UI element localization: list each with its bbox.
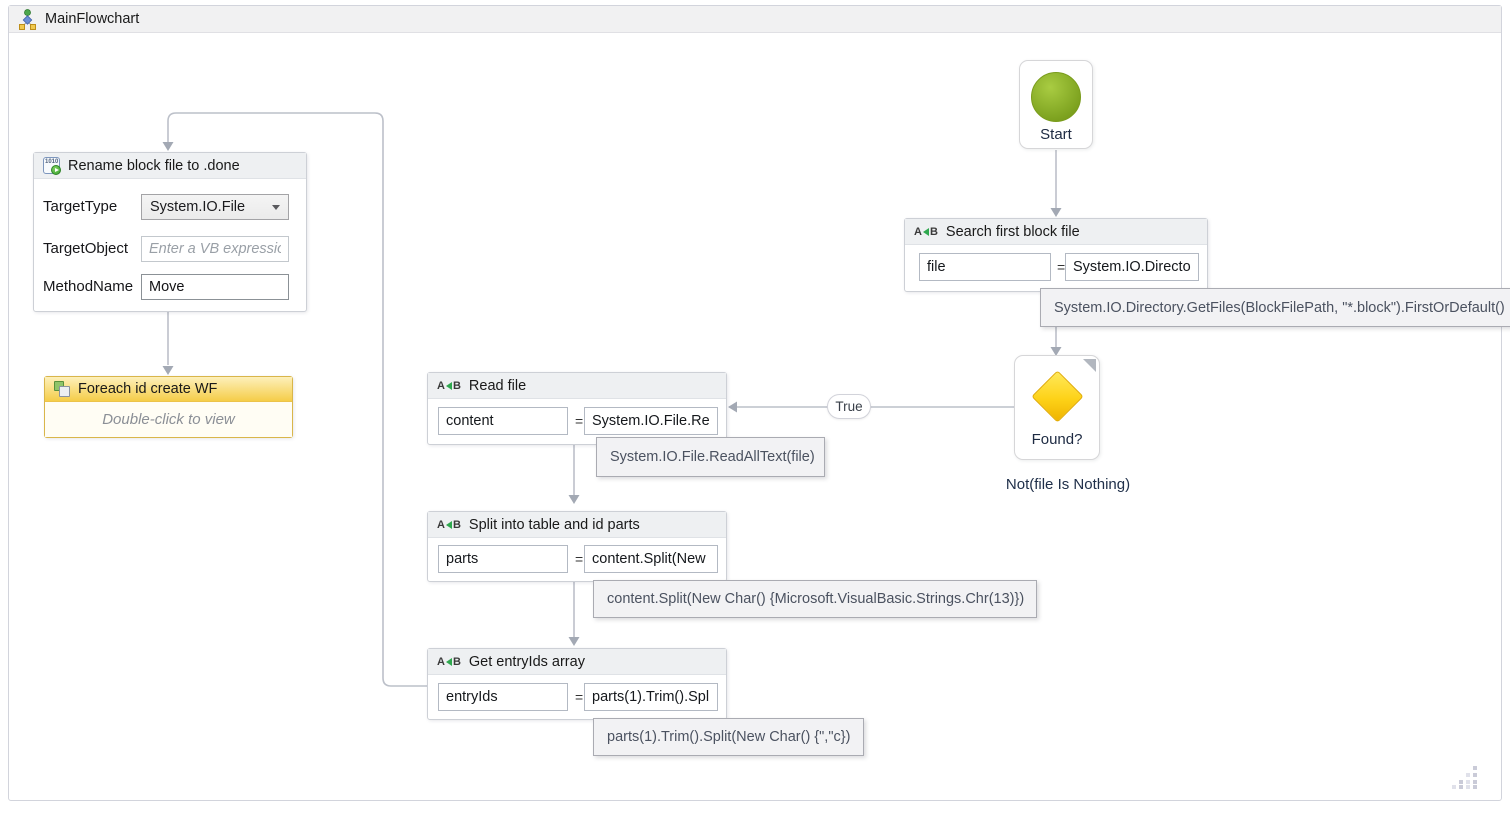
assign-value-field[interactable] (584, 683, 718, 711)
target-object-input[interactable] (141, 236, 289, 262)
assign-value-field[interactable] (584, 545, 718, 573)
expression-tooltip-entryids: parts(1).Trim().Split(New Char() {","c}) (593, 718, 864, 756)
decision-condition-text: Not(file Is Nothing) (990, 476, 1146, 493)
assign-to-field[interactable] (919, 253, 1051, 281)
true-branch-label: True (827, 394, 871, 419)
decision-diamond-icon (1031, 370, 1083, 422)
assign-to-field[interactable] (438, 545, 568, 573)
collapse-corner-icon[interactable] (1083, 359, 1096, 372)
assign-node-title: Read file (469, 378, 526, 394)
assign-node-title: Search first block file (946, 224, 1080, 240)
assign-node-title: Split into table and id parts (469, 517, 640, 533)
assign-node-get-entryids[interactable]: AB Get entryIds array = (427, 648, 727, 720)
flowchart-title: MainFlowchart (45, 11, 139, 27)
flowchart-icon (18, 9, 37, 30)
assign-to-field[interactable] (438, 407, 568, 435)
method-name-input[interactable] (141, 274, 289, 300)
expression-tooltip-split: content.Split(New Char() {Microsoft.Visu… (593, 580, 1037, 618)
assign-node-read-file[interactable]: AB Read file = (427, 372, 727, 445)
invoke-method-icon: 1010 (43, 157, 60, 174)
assign-node-header[interactable]: AB Read file (428, 373, 726, 399)
target-object-label: TargetObject (43, 240, 128, 257)
equals-sign: = (575, 413, 583, 429)
flowchart-title-bar[interactable]: MainFlowchart (9, 6, 1501, 33)
assign-node-header[interactable]: AB Search first block file (905, 219, 1207, 245)
expression-tooltip-search: System.IO.Directory.GetFiles(BlockFilePa… (1040, 288, 1510, 327)
invoke-method-header[interactable]: 1010 Rename block file to .done (34, 153, 306, 179)
equals-sign: = (575, 689, 583, 705)
decision-node-found[interactable]: Found? (1014, 355, 1100, 460)
foreach-header[interactable]: Foreach id create WF (45, 377, 292, 402)
decision-label: Found? (1015, 431, 1099, 448)
target-type-value: System.IO.File (150, 199, 245, 215)
resize-grip[interactable] (1452, 766, 1480, 790)
target-type-label: TargetType (43, 198, 117, 215)
start-node[interactable]: Start (1019, 60, 1093, 149)
start-icon (1031, 72, 1081, 122)
assign-value-field[interactable] (584, 407, 718, 435)
invoke-method-node-rename[interactable]: 1010 Rename block file to .done TargetTy… (33, 152, 307, 312)
assign-node-header[interactable]: AB Get entryIds array (428, 649, 726, 675)
method-name-label: MethodName (43, 278, 133, 295)
assign-value-field[interactable] (1065, 253, 1199, 281)
target-type-dropdown[interactable]: System.IO.File (141, 194, 289, 220)
workflow-invoke-icon (54, 381, 70, 397)
assign-icon: AB (914, 226, 938, 238)
invoke-method-title: Rename block file to .done (68, 158, 240, 174)
start-label: Start (1020, 126, 1092, 143)
assign-icon: AB (437, 380, 461, 392)
equals-sign: = (575, 551, 583, 567)
assign-to-field[interactable] (438, 683, 568, 711)
assign-node-title: Get entryIds array (469, 654, 585, 670)
assign-icon: AB (437, 656, 461, 668)
assign-node-search-first-block-file[interactable]: AB Search first block file = (904, 218, 1208, 292)
assign-node-header[interactable]: AB Split into table and id parts (428, 512, 726, 538)
foreach-body-hint[interactable]: Double-click to view (45, 402, 292, 437)
assign-node-split-parts[interactable]: AB Split into table and id parts = (427, 511, 727, 582)
flowchart-designer: MainFlowchart Start AB (0, 0, 1510, 813)
assign-icon: AB (437, 519, 461, 531)
foreach-title: Foreach id create WF (78, 381, 217, 397)
collapsed-node-foreach[interactable]: Foreach id create WF Double-click to vie… (44, 376, 293, 438)
chevron-down-icon (272, 205, 280, 210)
expression-tooltip-read-file: System.IO.File.ReadAllText(file) (596, 437, 825, 477)
equals-sign: = (1057, 259, 1065, 275)
